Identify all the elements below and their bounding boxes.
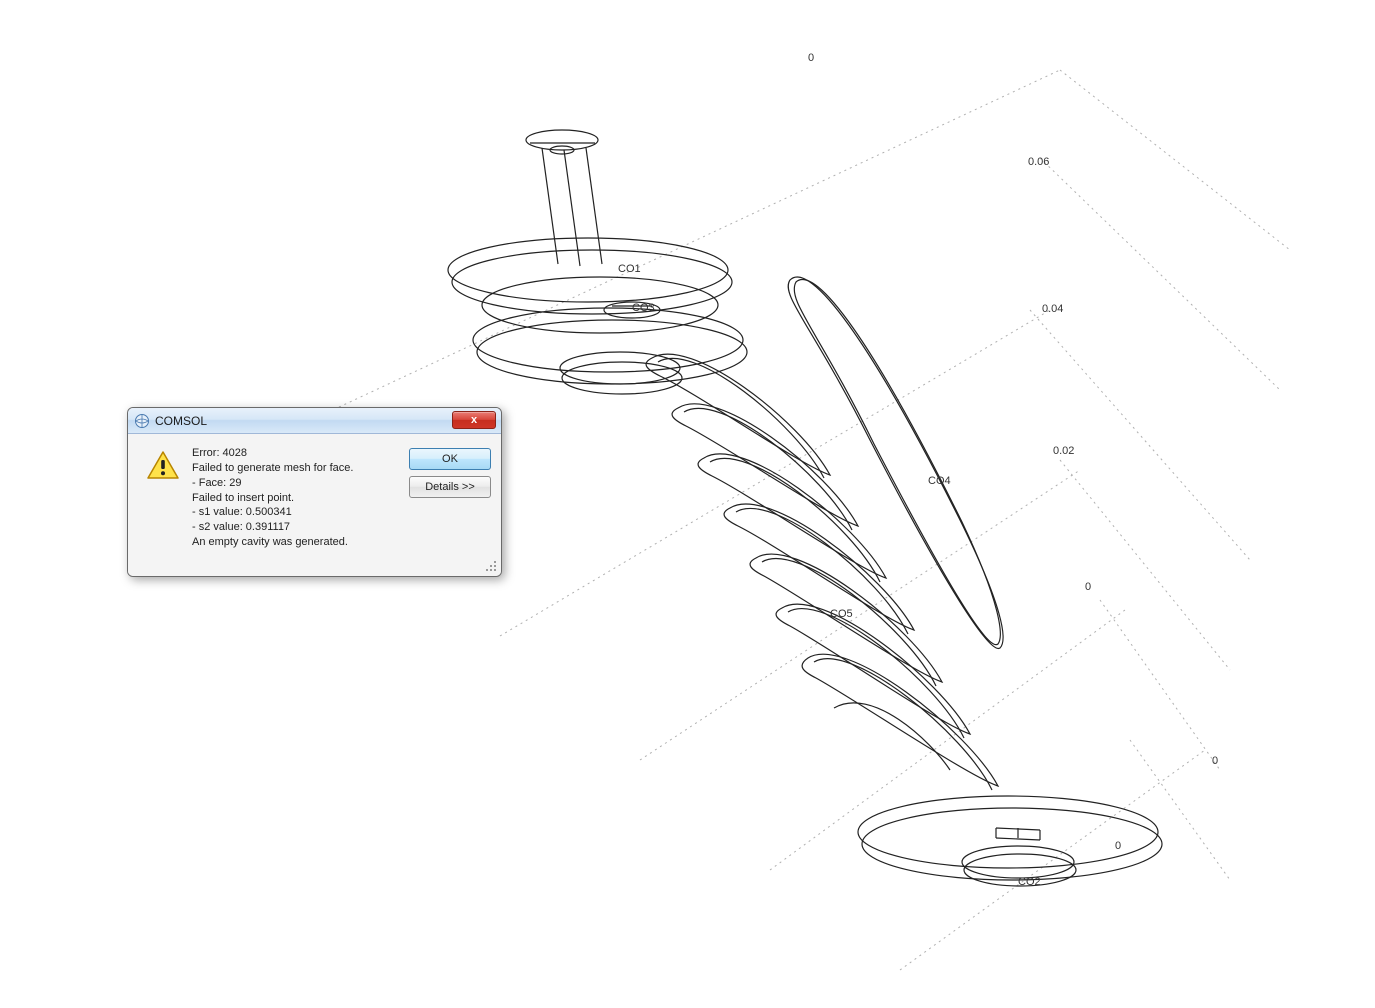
dialog-body: Error: 4028 Failed to generate mesh for … [128, 434, 501, 576]
close-icon: x [471, 415, 477, 426]
axis-tick-right-b: 0 [1212, 755, 1218, 767]
close-button[interactable]: x [452, 411, 496, 429]
details-button[interactable]: Details >> [409, 476, 491, 498]
axis-tick-top-0: 0 [808, 52, 814, 64]
error-msg-line-2: - Face: 29 [192, 476, 403, 491]
ok-button-label: OK [442, 453, 458, 465]
geometry-label-co4: CO4 [928, 475, 951, 487]
geometry-label-co3: CO3 [632, 302, 655, 314]
error-msg-line-3: Failed to insert point. [192, 491, 403, 506]
app-icon [134, 413, 150, 429]
warning-icon [146, 450, 180, 485]
ok-button[interactable]: OK [409, 448, 491, 470]
error-message: Error: 4028 Failed to generate mesh for … [188, 446, 403, 564]
axis-tick-006: 0.06 [1028, 156, 1049, 168]
resize-grip-icon[interactable] [485, 560, 499, 574]
geometry-label-co1: CO1 [618, 263, 641, 275]
dialog-title: COMSOL [155, 414, 207, 428]
axis-tick-bottom: 0 [1115, 840, 1121, 852]
error-code-line: Error: 4028 [192, 446, 403, 461]
error-dialog: COMSOL x Error: 4028 Failed to generate … [127, 407, 502, 577]
axis-tick-right-a: 0 [1085, 581, 1091, 593]
dialog-titlebar[interactable]: COMSOL x [128, 408, 501, 434]
details-button-label: Details >> [425, 481, 475, 493]
axis-tick-002: 0.02 [1053, 445, 1074, 457]
error-msg-line-5: - s2 value: 0.391117 [192, 520, 403, 535]
geometry-label-co2: CO2 [1018, 876, 1041, 888]
error-msg-line-6: An empty cavity was generated. [192, 535, 403, 550]
error-msg-line-4: - s1 value: 0.500341 [192, 505, 403, 520]
error-msg-line-1: Failed to generate mesh for face. [192, 461, 403, 476]
axis-tick-004: 0.04 [1042, 303, 1063, 315]
geometry-label-co5: CO5 [830, 608, 853, 620]
